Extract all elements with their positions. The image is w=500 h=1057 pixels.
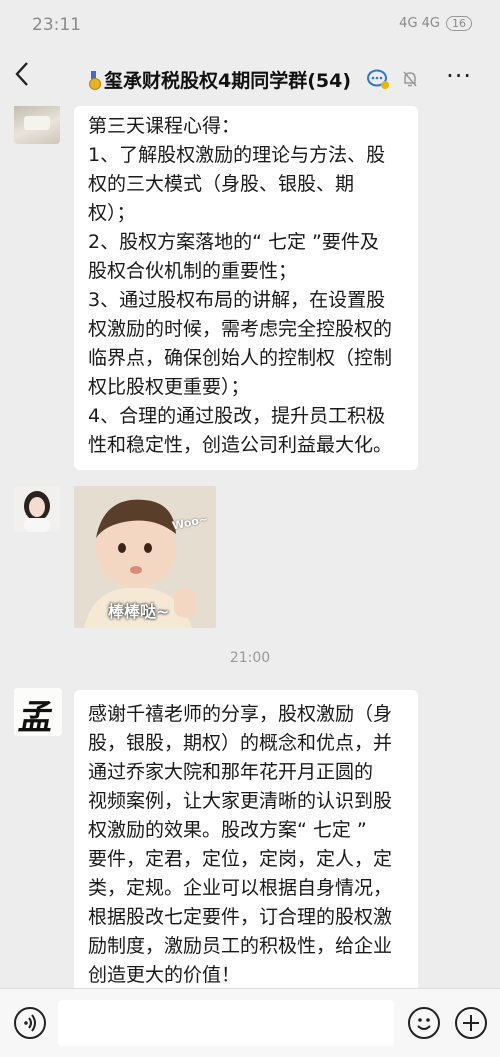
avatar[interactable] — [14, 486, 60, 532]
message-line: 股权合伙机制的重要性； — [88, 260, 298, 282]
medal-icon — [86, 71, 101, 90]
avatar[interactable] — [14, 106, 60, 144]
message-line: 感谢千禧老师的分享，股权激励（身 — [88, 703, 393, 725]
input-bar — [0, 988, 500, 1057]
message-line: 股，银股，期权）的概念和优点，并 — [88, 732, 393, 754]
status-time: 23:11 — [32, 15, 81, 35]
message-line: 3、通过股权布局的讲解，在设置股 — [88, 289, 386, 311]
chat-header: 玺承财税股权4期同学群(54) ··· — [0, 52, 500, 106]
sticker-caption-bottom: 棒棒哒~ — [108, 602, 170, 621]
message-line: 创造更大的价值！ — [88, 964, 241, 986]
message-line: 权激励的时候，需考虑完全控股权的 — [88, 318, 393, 340]
message-line: 临界点，确保创始人的控制权（控制 — [88, 347, 393, 369]
avatar[interactable]: 孟 — [14, 688, 62, 736]
network-indicator: 4G 4G — [399, 16, 440, 31]
message-line: 权的三大模式（身股、银股、期 — [88, 173, 355, 195]
message-line: 权比股权更重要）； — [88, 376, 250, 398]
message-line: 要件，定君，定位，定岗，定人，定 — [88, 848, 393, 870]
avatar-calligraphy: 孟 — [15, 698, 57, 736]
chat-title: 玺承财税股权4期同学群(54) — [104, 70, 352, 92]
message-line: 励制度，激励员工的积极性，给企业 — [88, 935, 393, 957]
chat-title-wrap[interactable]: 玺承财税股权4期同学群(54) — [86, 66, 351, 93]
message-line: 2、股权方案落地的“ 七定 ”要件及 — [88, 231, 379, 253]
status-icons: 4G 4G 16 — [399, 16, 472, 31]
message-line: 根据股改七定要件，订合理的股权激 — [88, 906, 393, 928]
timestamp: 21:00 — [229, 650, 271, 666]
message-bubble[interactable]: 感谢千禧老师的分享，股权激励（身 股，银股，期权）的概念和优点，并 通过乔家大院… — [74, 690, 418, 988]
emoji-icon[interactable] — [408, 1007, 440, 1039]
plus-icon[interactable] — [455, 1007, 487, 1039]
message-line: 视频案例，让大家更清晰的认识到股 — [88, 790, 393, 812]
message-bubble[interactable]: 第三天课程心得： 1、了解股权激励的理论与方法、股 权的三大模式（身股、银股、期… — [74, 106, 418, 470]
message-input[interactable] — [58, 1000, 394, 1046]
voice-icon[interactable] — [14, 1007, 46, 1039]
message-line: 权激励的效果。股改方案“ 七定 ” — [88, 819, 367, 841]
message-line: 第三天课程心得： — [88, 115, 241, 137]
sticker-image[interactable]: Woo~ 棒棒哒~ — [74, 486, 216, 628]
mute-bell-icon — [403, 71, 417, 87]
message-list[interactable]: 第三天课程心得： 1、了解股权激励的理论与方法、股 权的三大模式（身股、银股、期… — [0, 106, 500, 988]
group-chat-icon — [367, 69, 389, 89]
message-line: 通过乔家大院和那年花开月正圆的 — [88, 761, 374, 783]
message-line: 4、合理的通过股改，提升员工积极 — [88, 405, 386, 427]
battery-indicator: 16 — [446, 16, 472, 31]
back-arrow-icon[interactable] — [14, 60, 44, 96]
message-line: 权）； — [88, 202, 136, 224]
message-line: 类，定规。企业可以根据自身情况， — [88, 877, 393, 899]
more-options-button[interactable]: ··· — [446, 62, 472, 90]
message-line: 性和稳定性，创造公司利益最大化。 — [88, 434, 393, 456]
status-bar: 23:11 4G 4G 16 — [0, 0, 500, 52]
message-line: 1、了解股权激励的理论与方法、股 — [88, 144, 386, 166]
